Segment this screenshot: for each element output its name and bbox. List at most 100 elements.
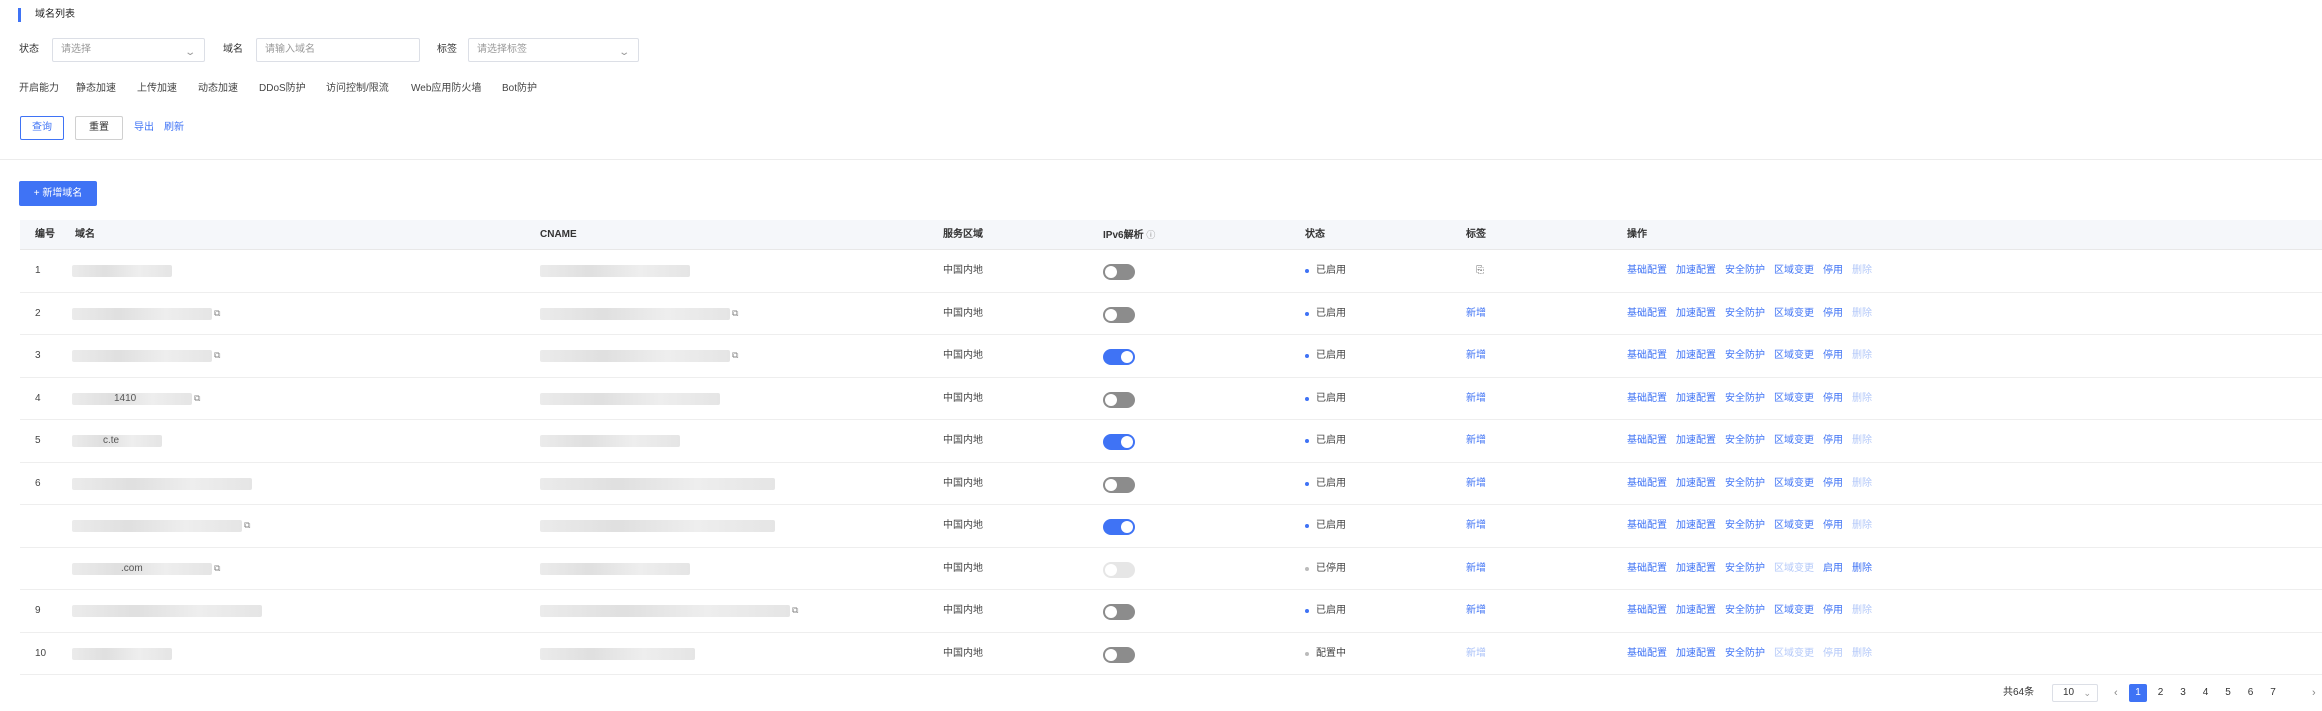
action-security[interactable]: 安全防护 — [1725, 633, 1765, 675]
tag-add-link[interactable]: 新增 — [1466, 590, 1486, 632]
add-domain-button[interactable]: + 新增域名 — [19, 181, 97, 206]
copy-icon[interactable]: ⧉ — [214, 562, 220, 574]
action-toggle-enable[interactable]: 停用 — [1823, 505, 1843, 547]
tag-add-link[interactable]: 新增 — [1466, 335, 1486, 377]
copy-icon[interactable]: ⧉ — [214, 349, 220, 361]
page-size-select[interactable]: 10 ⌄ — [2052, 684, 2098, 702]
action-basic-config[interactable]: 基础配置 — [1627, 590, 1667, 632]
feature-waf[interactable]: Web应用防火墙 — [411, 82, 481, 96]
action-basic-config[interactable]: 基础配置 — [1627, 335, 1667, 377]
page-number-2[interactable]: 2 — [2152, 684, 2170, 702]
action-basic-config[interactable]: 基础配置 — [1627, 633, 1667, 675]
tag-select[interactable]: 请选择标签 ⌄ — [468, 38, 639, 62]
action-region-change[interactable]: 区域变更 — [1774, 463, 1814, 505]
copy-icon[interactable]: ⧉ — [732, 349, 738, 361]
action-basic-config[interactable]: 基础配置 — [1627, 250, 1667, 292]
action-security[interactable]: 安全防护 — [1725, 420, 1765, 462]
action-delete[interactable]: 删除 — [1852, 420, 1872, 462]
feature-static-accel[interactable]: 静态加速 — [76, 82, 116, 96]
export-link[interactable]: 导出 — [134, 116, 154, 140]
action-security[interactable]: 安全防护 — [1725, 335, 1765, 377]
action-accel-config[interactable]: 加速配置 — [1676, 590, 1716, 632]
copy-icon[interactable]: ⧉ — [792, 604, 798, 616]
action-security[interactable]: 安全防护 — [1725, 250, 1765, 292]
feature-access-control[interactable]: 访问控制/限流 — [326, 82, 389, 96]
action-region-change[interactable]: 区域变更 — [1774, 250, 1814, 292]
action-region-change[interactable]: 区域变更 — [1774, 378, 1814, 420]
tag-icon[interactable]: ⎘ — [1476, 264, 1484, 278]
action-accel-config[interactable]: 加速配置 — [1676, 378, 1716, 420]
reset-button[interactable]: 重置 — [75, 116, 123, 140]
refresh-link[interactable]: 刷新 — [164, 116, 184, 140]
page-number-5[interactable]: 5 — [2219, 684, 2237, 702]
action-toggle-enable[interactable]: 停用 — [1823, 590, 1843, 632]
action-delete[interactable]: 删除 — [1852, 633, 1872, 675]
action-toggle-enable[interactable]: 停用 — [1823, 335, 1843, 377]
action-delete[interactable]: 删除 — [1852, 293, 1872, 335]
copy-icon[interactable]: ⧉ — [214, 307, 220, 319]
action-security[interactable]: 安全防护 — [1725, 463, 1765, 505]
action-basic-config[interactable]: 基础配置 — [1627, 463, 1667, 505]
action-region-change[interactable]: 区域变更 — [1774, 293, 1814, 335]
ipv6-toggle[interactable] — [1103, 646, 1135, 663]
tag-add-link[interactable]: 新增 — [1466, 420, 1486, 462]
action-toggle-enable[interactable]: 停用 — [1823, 293, 1843, 335]
domain-input[interactable]: 请输入域名 — [256, 38, 420, 62]
next-page-icon[interactable]: › — [2312, 681, 2316, 705]
action-toggle-enable[interactable]: 停用 — [1823, 463, 1843, 505]
action-delete[interactable]: 删除 — [1852, 378, 1872, 420]
page-number-3[interactable]: 3 — [2174, 684, 2192, 702]
action-security[interactable]: 安全防护 — [1725, 548, 1765, 590]
status-select[interactable]: 请选择 ⌄ — [52, 38, 205, 62]
copy-icon[interactable]: ⧉ — [194, 392, 200, 404]
action-accel-config[interactable]: 加速配置 — [1676, 548, 1716, 590]
ipv6-toggle[interactable] — [1103, 476, 1135, 493]
action-delete[interactable]: 删除 — [1852, 548, 1872, 590]
action-delete[interactable]: 删除 — [1852, 250, 1872, 292]
feature-bot[interactable]: Bot防护 — [502, 82, 537, 96]
ipv6-toggle[interactable] — [1103, 349, 1135, 365]
tag-add-link[interactable]: 新增 — [1466, 378, 1486, 420]
action-basic-config[interactable]: 基础配置 — [1627, 293, 1667, 335]
copy-icon[interactable]: ⧉ — [244, 519, 250, 531]
page-number-1[interactable]: 1 — [2129, 684, 2147, 702]
action-toggle-enable[interactable]: 停用 — [1823, 420, 1843, 462]
action-accel-config[interactable]: 加速配置 — [1676, 420, 1716, 462]
action-region-change[interactable]: 区域变更 — [1774, 590, 1814, 632]
ipv6-toggle[interactable] — [1103, 434, 1135, 450]
action-accel-config[interactable]: 加速配置 — [1676, 633, 1716, 675]
page-number-7[interactable]: 7 — [2264, 684, 2282, 702]
action-delete[interactable]: 删除 — [1852, 335, 1872, 377]
action-security[interactable]: 安全防护 — [1725, 293, 1765, 335]
action-toggle-enable[interactable]: 停用 — [1823, 378, 1843, 420]
feature-ddos[interactable]: DDoS防护 — [259, 82, 306, 96]
page-number-4[interactable]: 4 — [2197, 684, 2215, 702]
action-basic-config[interactable]: 基础配置 — [1627, 420, 1667, 462]
ipv6-toggle[interactable] — [1103, 519, 1135, 535]
page-number-6[interactable]: 6 — [2242, 684, 2260, 702]
tag-add-link[interactable]: 新增 — [1466, 293, 1486, 335]
info-icon[interactable]: ⓘ — [1146, 230, 1155, 240]
query-button[interactable]: 查询 — [20, 116, 64, 140]
action-delete[interactable]: 删除 — [1852, 590, 1872, 632]
action-region-change[interactable]: 区域变更 — [1774, 548, 1814, 590]
tag-add-link[interactable]: 新增 — [1466, 505, 1486, 547]
action-accel-config[interactable]: 加速配置 — [1676, 463, 1716, 505]
action-security[interactable]: 安全防护 — [1725, 378, 1765, 420]
action-basic-config[interactable]: 基础配置 — [1627, 378, 1667, 420]
ipv6-toggle[interactable] — [1103, 391, 1135, 408]
action-accel-config[interactable]: 加速配置 — [1676, 250, 1716, 292]
action-toggle-enable[interactable]: 启用 — [1823, 548, 1843, 590]
action-delete[interactable]: 删除 — [1852, 463, 1872, 505]
tag-add-link[interactable]: 新增 — [1466, 463, 1486, 505]
action-delete[interactable]: 删除 — [1852, 505, 1872, 547]
action-basic-config[interactable]: 基础配置 — [1627, 505, 1667, 547]
action-region-change[interactable]: 区域变更 — [1774, 420, 1814, 462]
copy-icon[interactable]: ⧉ — [732, 307, 738, 319]
feature-upload-accel[interactable]: 上传加速 — [137, 82, 177, 96]
action-accel-config[interactable]: 加速配置 — [1676, 293, 1716, 335]
tag-add-link[interactable]: 新增 — [1466, 548, 1486, 590]
ipv6-toggle[interactable] — [1103, 264, 1135, 280]
action-security[interactable]: 安全防护 — [1725, 590, 1765, 632]
action-toggle-enable[interactable]: 停用 — [1823, 250, 1843, 292]
